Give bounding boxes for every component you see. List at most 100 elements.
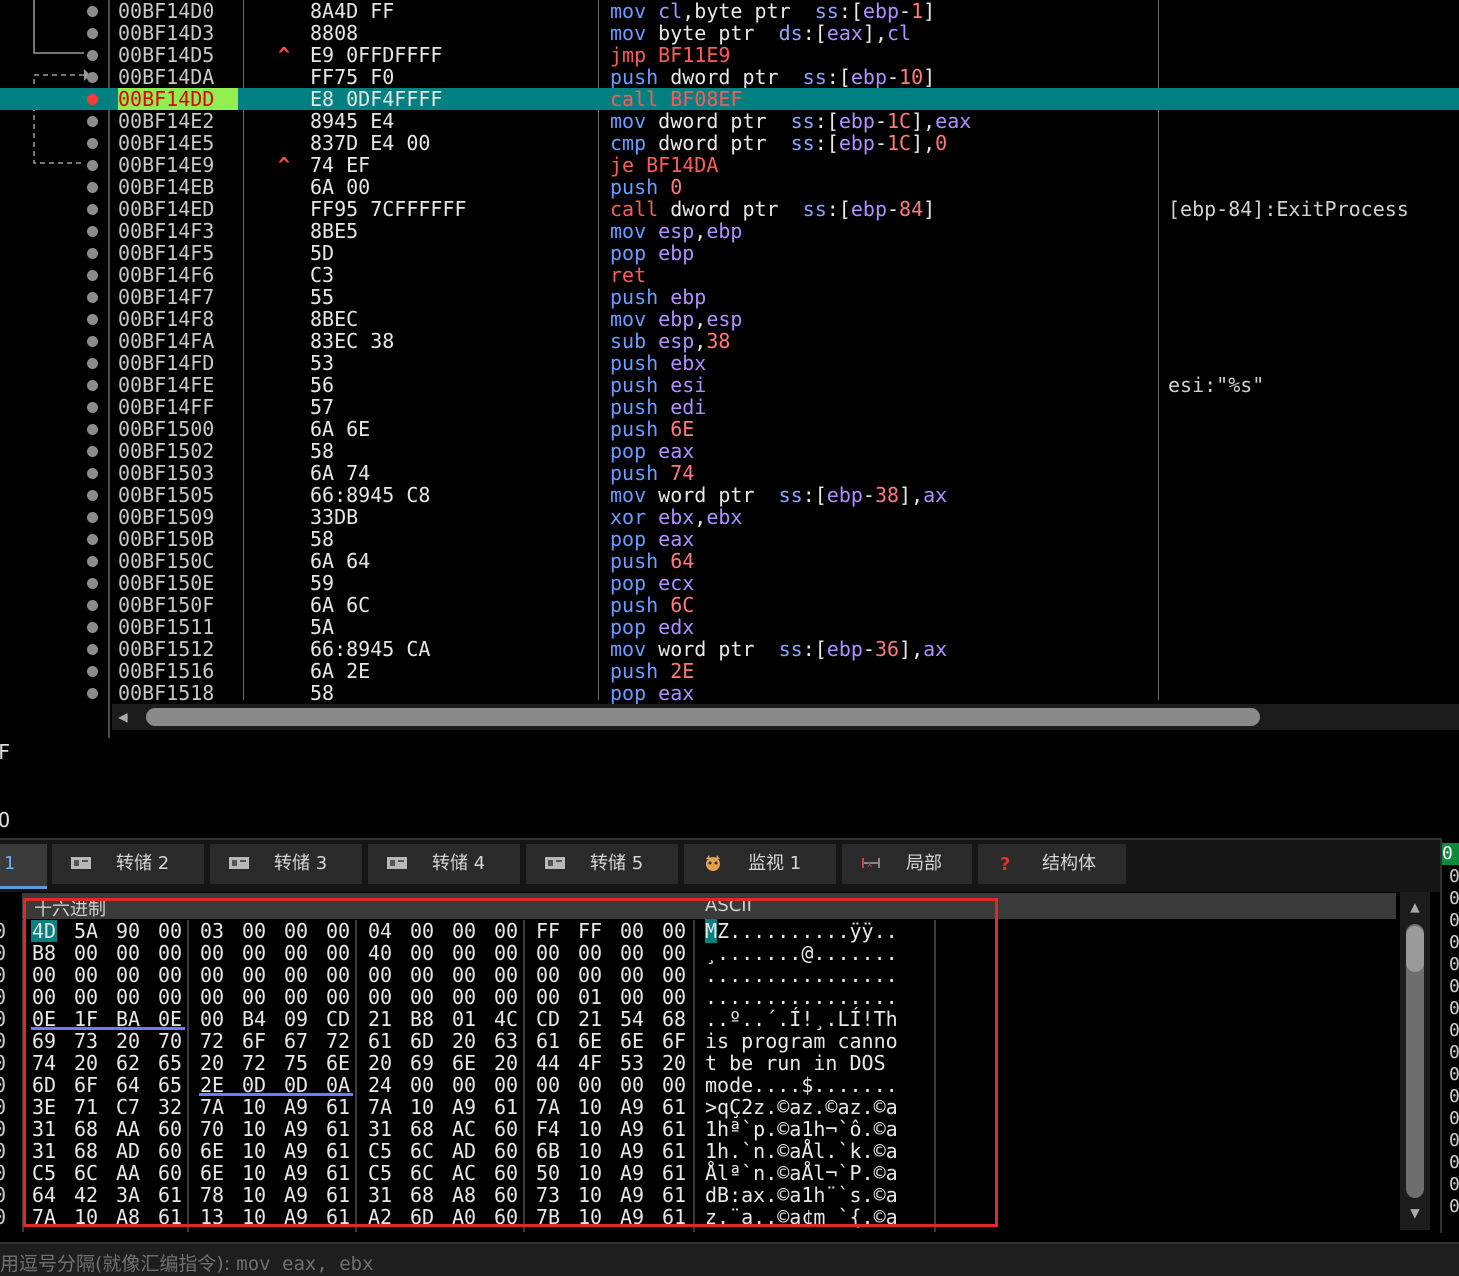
instruction-bytes: 8808 — [310, 21, 359, 45]
breakpoint-dot-icon[interactable] — [87, 578, 98, 589]
disasm-row[interactable]: 00BF14FA 83EC 38 sub esp,38 — [0, 330, 1459, 352]
disasm-row[interactable]: 00BF1518 58 pop eax — [0, 682, 1459, 704]
disasm-row[interactable]: 00BF1516 6A 2E push 2E — [0, 660, 1459, 682]
breakpoint-dot-icon[interactable] — [87, 292, 98, 303]
disasm-row[interactable]: 00BF14DD E8 0DF4FFFF call BF08EF — [0, 88, 1459, 110]
disasm-row[interactable]: 00BF150B 58 pop eax — [0, 528, 1459, 550]
breakpoint-dot-icon[interactable] — [87, 28, 98, 39]
tab-locals[interactable]: x 局部 — [842, 844, 972, 884]
instruction-text: mov cl,byte ptr ss:[ebp-1] — [610, 0, 936, 23]
breakpoint-dot-icon[interactable] — [87, 336, 98, 347]
disasm-row[interactable]: 00BF14F7 55 push ebp — [0, 286, 1459, 308]
instruction-address: 00BF150F — [118, 593, 215, 617]
breakpoint-dot-icon[interactable] — [87, 6, 98, 17]
instruction-bytes: E8 0DF4FFFF — [310, 87, 443, 111]
breakpoint-dot-icon[interactable] — [87, 314, 98, 325]
stack-value: 0 — [1449, 932, 1459, 953]
horizontal-scroll-thumb[interactable] — [146, 708, 1260, 726]
tab-struct[interactable]: ? 结构体 — [978, 844, 1126, 884]
breakpoint-dot-icon[interactable] — [87, 490, 98, 501]
disasm-row[interactable]: 00BF14E5 837D E4 00 cmp dword ptr ss:[ebp-… — [0, 132, 1459, 154]
instruction-address: 00BF14F5 — [118, 241, 215, 265]
breakpoint-dot-icon[interactable] — [87, 666, 98, 677]
disasm-row[interactable]: 00BF14EB 6A 00 push 0 — [0, 176, 1459, 198]
breakpoint-dot-icon[interactable] — [87, 182, 98, 193]
disasm-row[interactable]: 00BF14E9 ^ 74 EF je BF14DA — [0, 154, 1459, 176]
disasm-row[interactable]: 00BF14D5 ^ E9 0FFDFFFF jmp BF11E9 — [0, 44, 1459, 66]
disassembly-view[interactable]: 00BF14D0 8A4D FF mov cl,byte ptr ss:[ebp-1… — [0, 0, 1459, 742]
breakpoint-dot-icon[interactable] — [87, 688, 98, 699]
breakpoint-icon[interactable] — [87, 94, 98, 105]
instruction-address: 00BF1516 — [118, 659, 215, 683]
breakpoint-dot-icon[interactable] — [87, 248, 98, 259]
disasm-row[interactable]: 00BF14FE 56 push esi esi:"%s" — [0, 374, 1459, 396]
disasm-row[interactable]: 00BF1503 6A 74 push 74 — [0, 462, 1459, 484]
breakpoint-dot-icon[interactable] — [87, 424, 98, 435]
instruction-bytes: 83EC 38 — [310, 329, 395, 353]
breakpoint-dot-icon[interactable] — [87, 72, 98, 83]
disasm-row[interactable]: 00BF150E 59 pop ecx — [0, 572, 1459, 594]
disasm-row[interactable]: 00BF14F3 8BE5 mov esp,ebp — [0, 220, 1459, 242]
disasm-row[interactable]: 00BF14F5 5D pop ebp — [0, 242, 1459, 264]
breakpoint-dot-icon[interactable] — [87, 600, 98, 611]
disasm-row[interactable]: 00BF150C 6A 64 push 64 — [0, 550, 1459, 572]
scroll-left-icon[interactable]: ◀ — [118, 707, 138, 727]
breakpoint-dot-icon[interactable] — [87, 358, 98, 369]
breakpoint-dot-icon[interactable] — [87, 402, 98, 413]
breakpoint-dot-icon[interactable] — [87, 50, 98, 61]
disasm-row[interactable]: 00BF1511 5A pop edx — [0, 616, 1459, 638]
disasm-row[interactable]: 00BF14FD 53 push ebx — [0, 352, 1459, 374]
disasm-row[interactable]: 00BF150F 6A 6C push 6C — [0, 594, 1459, 616]
breakpoint-dot-icon[interactable] — [87, 116, 98, 127]
disasm-row[interactable]: 00BF14F8 8BEC mov ebp,esp — [0, 308, 1459, 330]
disasm-row[interactable]: 00BF14ED FF95 7CFFFFFF call dword ptr ss:[… — [0, 198, 1459, 220]
instruction-bytes: 56 — [310, 373, 335, 397]
tab-dump-3[interactable]: 转储 3 — [210, 844, 362, 884]
breakpoint-dot-icon[interactable] — [87, 380, 98, 391]
command-input[interactable]: 用逗号分隔(就像汇编指令): mov eax, ebx — [0, 1249, 374, 1276]
tab-label: 转储 2 — [116, 853, 170, 874]
disasm-row[interactable]: 00BF1500 6A 6E push 6E — [0, 418, 1459, 440]
instruction-address: 00BF150B — [118, 527, 215, 551]
scroll-up-icon[interactable]: ▲ — [1404, 896, 1426, 918]
breakpoint-dot-icon[interactable] — [87, 556, 98, 567]
breakpoint-dot-icon[interactable] — [87, 512, 98, 523]
instruction-text: cmp dword ptr ss:[ebp-1C],0 — [610, 131, 948, 155]
disasm-row[interactable]: 00BF14E2 8945 E4 mov dword ptr ss:[ebp-1C]… — [0, 110, 1459, 132]
disasm-row[interactable]: 00BF14DA FF75 F0 push dword ptr ss:[ebp-10… — [0, 66, 1459, 88]
tab-dump-2[interactable]: 转储 2 — [52, 844, 204, 884]
disasm-row[interactable]: 00BF14D3 8808 mov byte ptr ds:[eax],cl — [0, 22, 1459, 44]
instruction-address: 00BF14EB — [118, 175, 215, 199]
disasm-row[interactable]: 00BF14F6 C3 ret — [0, 264, 1459, 286]
scroll-down-icon[interactable]: ▼ — [1404, 1202, 1426, 1224]
disasm-row[interactable]: 00BF14D0 8A4D FF mov cl,byte ptr ss:[ebp-1… — [0, 0, 1459, 22]
instruction-address: 00BF14E2 — [118, 109, 215, 133]
disasm-row[interactable]: 00BF1502 58 pop eax — [0, 440, 1459, 462]
vertical-scroll-thumb[interactable] — [1406, 926, 1424, 972]
breakpoint-dot-icon[interactable] — [87, 468, 98, 479]
disasm-row[interactable]: 00BF1505 66:8945 C8 mov word ptr ss:[ebp-3… — [0, 484, 1459, 506]
stack-value: 0 — [1449, 1152, 1459, 1173]
disasm-row[interactable]: 00BF14FF 57 push edi — [0, 396, 1459, 418]
breakpoint-dot-icon[interactable] — [87, 270, 98, 281]
breakpoint-dot-icon[interactable] — [87, 534, 98, 545]
tab-dump-5[interactable]: 转储 5 — [526, 844, 678, 884]
tab-dump-4[interactable]: 转储 4 — [368, 844, 520, 884]
breakpoint-dot-icon[interactable] — [87, 446, 98, 457]
tab-dump-1[interactable]: 1 — [0, 844, 47, 889]
disasm-row[interactable]: 00BF1509 33DB xor ebx,ebx — [0, 506, 1459, 528]
breakpoint-dot-icon[interactable] — [87, 644, 98, 655]
instruction-address: 00BF14FD — [118, 351, 215, 375]
breakpoint-dot-icon[interactable] — [87, 622, 98, 633]
stack-value: 0 — [1449, 1020, 1459, 1041]
instruction-bytes: 59 — [310, 571, 335, 595]
instruction-text: push 6C — [610, 593, 695, 617]
breakpoint-dot-icon[interactable] — [87, 160, 98, 171]
disasm-row[interactable]: 00BF1512 66:8945 CA mov word ptr ss:[ebp-3… — [0, 638, 1459, 660]
breakpoint-dot-icon[interactable] — [87, 204, 98, 215]
instruction-text: push ebp — [610, 285, 707, 309]
stack-tab[interactable]: 0 — [1442, 843, 1459, 865]
breakpoint-dot-icon[interactable] — [87, 226, 98, 237]
tab-watch-1[interactable]: 监视 1 — [684, 844, 836, 884]
breakpoint-dot-icon[interactable] — [87, 138, 98, 149]
